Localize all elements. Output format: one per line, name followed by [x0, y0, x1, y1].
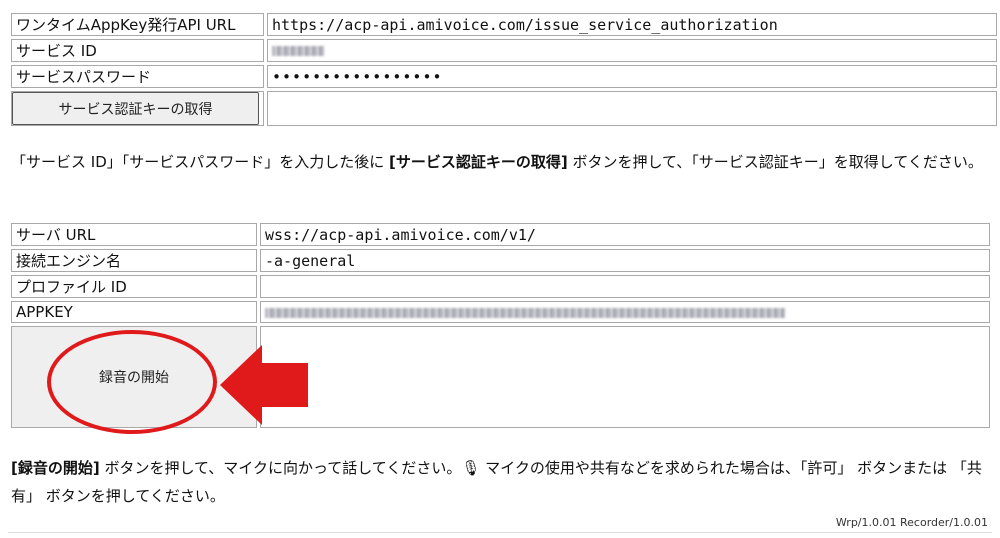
microphone-icon: 🎙 — [461, 459, 481, 477]
appkey-field[interactable] — [260, 301, 990, 323]
redacted-text — [272, 46, 324, 56]
service-password-label: サービスパスワード — [11, 65, 264, 88]
service-key-result — [267, 91, 997, 126]
appkey-label: APPKEY — [11, 301, 257, 323]
row-service-id: サービス ID — [11, 39, 997, 62]
start-recording-button[interactable]: 録音の開始 — [16, 327, 252, 427]
recognition-form-table: サーバ URL wss://acp-api.amivoice.com/v1/ 接… — [8, 220, 993, 431]
instruction-2-text1: ボタンを押して、マイクに向かって話してください。 — [99, 459, 462, 477]
engine-name-label: 接続エンジン名 — [11, 249, 257, 272]
row-appkey-api-url: ワンタイムAppKey発行API URL https://acp-api.ami… — [11, 13, 997, 36]
service-password-field[interactable]: ••••••••••••••••• — [267, 65, 997, 88]
instruction-1-suffix: ボタンを押して、「サービス認証キー」を取得してください。 — [567, 153, 983, 171]
instruction-1-prefix: 「サービス ID」「サービスパスワード」を入力した後に — [11, 153, 390, 171]
row-server-url: サーバ URL wss://acp-api.amivoice.com/v1/ — [11, 223, 990, 246]
instruction-text-2: [録音の開始] ボタンを押して、マイクに向かって話してください。🎙 マイクの使用… — [11, 454, 986, 510]
server-url-label: サーバ URL — [11, 223, 257, 246]
row-service-password: サービスパスワード ••••••••••••••••• — [11, 65, 997, 88]
get-service-key-button[interactable]: サービス認証キーの取得 — [12, 92, 259, 125]
get-key-cell: サービス認証キーの取得 — [11, 91, 264, 126]
record-cell: 録音の開始 — [11, 326, 257, 428]
service-id-field[interactable] — [267, 39, 997, 62]
row-appkey: APPKEY — [11, 301, 990, 323]
row-engine-name: 接続エンジン名 -a-general — [11, 249, 990, 272]
profile-id-field[interactable] — [260, 275, 990, 298]
redacted-text — [265, 307, 785, 318]
instruction-1-bold: [サービス認証キーの取得] — [389, 153, 568, 171]
divider — [8, 532, 992, 533]
appkey-api-url-field[interactable]: https://acp-api.amivoice.com/issue_servi… — [267, 13, 997, 36]
recognition-result-area — [260, 326, 990, 428]
service-id-label: サービス ID — [11, 39, 264, 62]
instruction-2-bold: [録音の開始] — [11, 459, 100, 477]
row-profile-id: プロファイル ID — [11, 275, 990, 298]
appkey-api-url-label: ワンタイムAppKey発行API URL — [11, 13, 264, 36]
instruction-text-1: 「サービス ID」「サービスパスワード」を入力した後に [サービス認証キーの取得… — [11, 148, 986, 176]
auth-form-table: ワンタイムAppKey発行API URL https://acp-api.ami… — [8, 10, 1000, 129]
version-footer: Wrp/1.0.01 Recorder/1.0.01 — [835, 516, 988, 529]
row-record: 録音の開始 — [11, 326, 990, 428]
profile-id-label: プロファイル ID — [11, 275, 257, 298]
row-get-key: サービス認証キーの取得 — [11, 91, 997, 126]
engine-name-field[interactable]: -a-general — [260, 249, 990, 272]
server-url-field[interactable]: wss://acp-api.amivoice.com/v1/ — [260, 223, 990, 246]
